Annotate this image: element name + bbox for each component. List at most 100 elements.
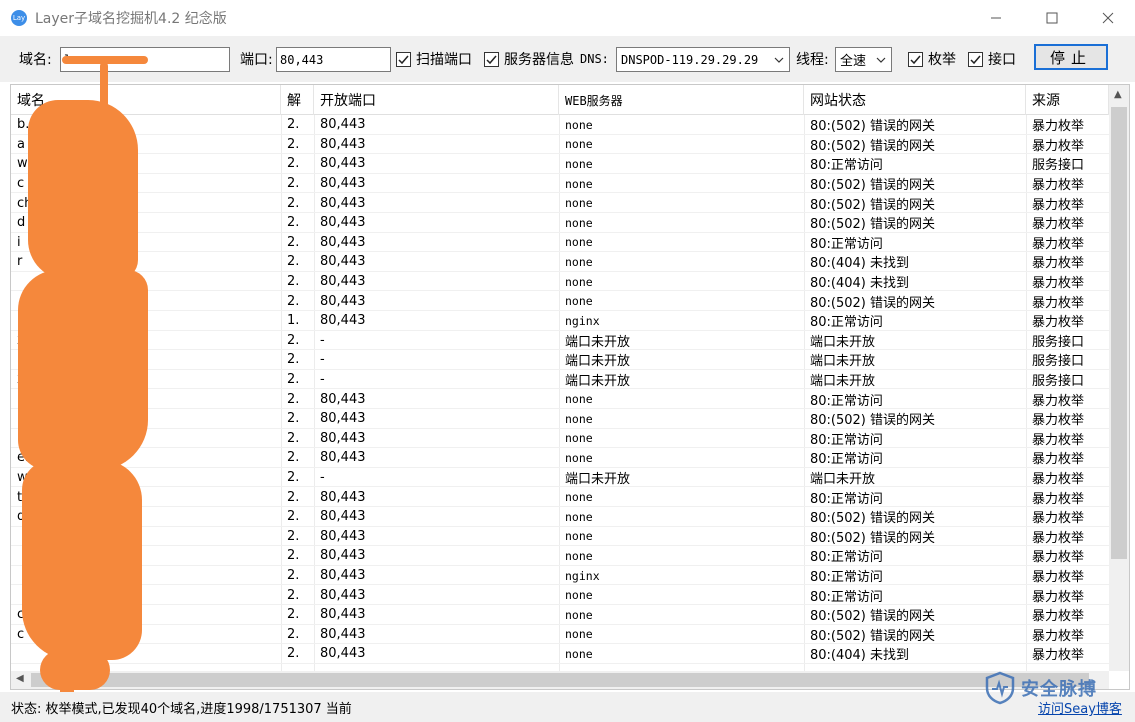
table-row[interactable]: 1. 80,443 nginx 80:正常访问 暴力枚举 (11, 311, 1109, 331)
cell-ports: 80,443 (320, 430, 366, 446)
shield-icon (985, 671, 1015, 705)
table-row[interactable]: 2. 80,443 none 80:正常访问 暴力枚举 (11, 585, 1109, 605)
table-row[interactable]: 2. 80,443 nginx 80:正常访问 暴力枚举 (11, 566, 1109, 586)
cell-ports: - (320, 470, 325, 486)
cell-res: 2. (287, 646, 300, 662)
cell-status: 80:正常访问 (810, 452, 883, 468)
cell-web: none (565, 529, 593, 544)
cell-src: 暴力枚举 (1032, 589, 1085, 605)
table-row[interactable]: t 2. 80,443 none 80:正常访问 暴力枚举 (11, 487, 1109, 507)
cell-status: 80:(404) 未找到 (810, 648, 910, 664)
cell-web: 端口未开放 (565, 354, 631, 370)
maximize-button[interactable] (1024, 0, 1080, 36)
table-row[interactable]: ch 2. 80,443 none 80:(502) 错误的网关 暴力枚举 (11, 193, 1109, 213)
cell-res: 2. (287, 293, 300, 309)
table-row[interactable]: a 2. 80,443 none 80:(502) 错误的网关 暴力枚举 (11, 135, 1109, 155)
enum-checkbox[interactable]: 枚举 (908, 47, 956, 71)
table-row[interactable]: b. 2. 80,443 none 80:(502) 错误的网关 暴力枚举 (11, 115, 1109, 135)
header-site-status[interactable]: 网站状态 (804, 85, 1026, 115)
cell-res: 1. (287, 313, 300, 329)
cell-ports: 80,443 (320, 528, 366, 544)
port-input[interactable]: 80,443 (276, 47, 391, 72)
table-row[interactable]: c 2. 80,443 none 80:(502) 错误的网关 暴力枚举 (11, 605, 1109, 625)
scroll-up-icon[interactable]: ▲ (1114, 89, 1122, 100)
table-row[interactable]: 2. 80,443 none 80:(502) 错误的网关 暴力枚举 (11, 527, 1109, 547)
minimize-button[interactable] (968, 0, 1024, 36)
table-row[interactable]: 2. 80,443 none 80:正常访问 暴力枚举 (11, 429, 1109, 449)
scan-ports-checkbox[interactable]: 扫描端口 (396, 47, 472, 71)
header-open-ports[interactable]: 开放端口 (314, 85, 559, 115)
cell-web: none (565, 627, 593, 642)
table-row[interactable]: mo2.-端口未开放端口未开放服务接口 (11, 350, 1109, 370)
table-row[interactable]: 2. 80,443 none 80:正常访问 暴力枚举 (11, 546, 1109, 566)
table-row[interactable]: 2. 80,443 none 80:(404) 未找到 暴力枚举 (11, 272, 1109, 292)
table-row[interactable]: d2.80,443none80:(502) 错误的网关暴力枚举 (11, 507, 1109, 527)
cell-web: none (565, 235, 593, 250)
table-row[interactable]: c 2. 80,443 none 80:(502) 错误的网关 暴力枚举 (11, 625, 1109, 645)
cell-src: 暴力枚举 (1032, 178, 1085, 194)
table-row[interactable]: i 2. 80,443 none 80:正常访问 暴力枚举 (11, 233, 1109, 253)
cell-ports: 80,443 (320, 136, 366, 152)
cell-res: 2. (287, 489, 300, 505)
table-row[interactable]: 2. 80,443 none 80:(502) 错误的网关 暴力枚举 (11, 291, 1109, 311)
table-row[interactable]: w 2. - 端口未开放 端口未开放 暴力枚举 (11, 468, 1109, 488)
cell-web: none (565, 254, 593, 269)
cell-src: 服务接口 (1032, 374, 1085, 390)
table-row[interactable]: w 2. 80,443 none 80:正常访问 服务接口 (11, 154, 1109, 174)
cell-src: 暴力枚举 (1032, 570, 1085, 586)
horizontal-scroll-thumb[interactable] (31, 673, 1089, 687)
cell-status: 端口未开放 (810, 354, 876, 370)
scroll-left-icon[interactable]: ◀ (16, 673, 24, 684)
stop-button[interactable]: 停止 (1034, 44, 1108, 70)
vertical-scrollbar[interactable]: ▲ (1109, 85, 1129, 671)
cell-ports: 80,443 (320, 607, 366, 623)
cell-web: 端口未开放 (565, 472, 631, 488)
table-row[interactable]: x2.-端口未开放端口未开放服务接口 (11, 370, 1109, 390)
header-web-server[interactable]: WEB服务器 (559, 85, 804, 115)
header-resolve[interactable]: 解 (281, 85, 314, 115)
cell-src: 暴力枚举 (1032, 315, 1085, 331)
cell-res: 2. (287, 195, 300, 211)
table-row[interactable]: x2.-端口未开放端口未开放服务接口 (11, 331, 1109, 351)
cell-status: 80:正常访问 (810, 393, 883, 409)
cell-res: 2. (287, 332, 300, 348)
table-row[interactable]: 2. 80,443 none 80:(404) 未找到 暴力枚举 (11, 644, 1109, 664)
header-source[interactable]: 来源 (1026, 85, 1109, 115)
cell-web: none (565, 215, 593, 230)
cell-status: 端口未开放 (810, 374, 876, 390)
cell-status: 80:(502) 错误的网关 (810, 138, 936, 154)
table-row[interactable]: r 2. 80,443 none 80:(404) 未找到 暴力枚举 (11, 252, 1109, 272)
cell-status: 端口未开放 (810, 472, 876, 488)
cell-status: 80:(404) 未找到 (810, 276, 910, 292)
cell-web: none (565, 450, 593, 465)
table-row[interactable]: 2. 80,443 none 80:(502) 错误的网关 暴力枚举 (11, 409, 1109, 429)
table-row[interactable]: r2.80,443none80:正常访问暴力枚举 (11, 389, 1109, 409)
cell-web: none (565, 176, 593, 191)
cell-res: 2. (287, 568, 300, 584)
vertical-scroll-thumb[interactable] (1111, 107, 1127, 559)
cell-status: 80:正常访问 (810, 432, 883, 448)
cell-src: 暴力枚举 (1032, 413, 1085, 429)
server-info-checkbox[interactable]: 服务器信息 (484, 47, 574, 71)
cell-ports: 80,443 (320, 117, 366, 133)
cell-web: none (565, 156, 593, 171)
dns-select-value: DNSPOD-119.29.29.29 (621, 52, 759, 67)
api-checkbox[interactable]: 接口 (968, 47, 1016, 71)
horizontal-scrollbar[interactable]: ◀ (11, 671, 1109, 689)
cell-ports: 80,443 (320, 313, 366, 329)
domain-label: 域名: (19, 52, 52, 68)
cell-res: 2. (287, 274, 300, 290)
checkbox-checked-icon (968, 51, 983, 67)
cell-status: 80:(502) 错误的网关 (810, 628, 936, 644)
table-row[interactable]: d2.80,443none80:(502) 错误的网关暴力枚举 (11, 213, 1109, 233)
threads-select[interactable]: 全速 (835, 47, 892, 72)
dns-select[interactable]: DNSPOD-119.29.29.29 (616, 47, 790, 72)
table-row[interactable]: er2.80,443none80:正常访问暴力枚举 (11, 448, 1109, 468)
cell-status: 80:(502) 错误的网关 (810, 295, 936, 311)
cell-res: 2. (287, 254, 300, 270)
results-grid[interactable]: 域名 解 开放端口 WEB服务器 网站状态 来源 b. 2. 80,443 none 8… (10, 84, 1130, 690)
close-button[interactable] (1080, 0, 1135, 36)
cell-res: 2. (287, 626, 300, 642)
table-row[interactable]: c 2. 80,443 none 80:(502) 错误的网关 暴力枚举 (11, 174, 1109, 194)
checkbox-checked-icon (396, 51, 411, 67)
